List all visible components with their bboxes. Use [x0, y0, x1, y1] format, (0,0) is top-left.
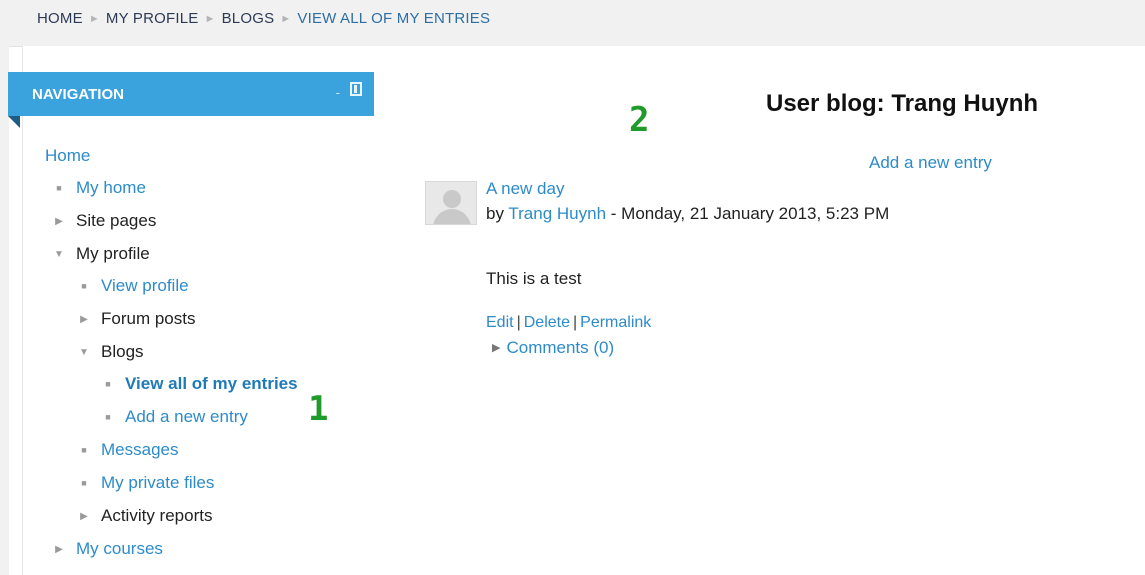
comments-label[interactable]: Comments (0)	[506, 338, 614, 357]
page-title: User blog: Trang Huynh	[766, 90, 1039, 117]
breadcrumb-current[interactable]: VIEW ALL OF MY ENTRIES	[297, 10, 490, 27]
expanded-arrow-icon[interactable]: ▼	[52, 245, 66, 265]
nav-item-add-new-entry[interactable]: ■ Add a new entry	[101, 407, 248, 429]
collapsed-arrow-icon[interactable]: ▶	[52, 212, 66, 232]
avatar-body	[433, 209, 471, 224]
navigation-header-fold	[8, 116, 20, 128]
nav-item-label[interactable]: My home	[76, 178, 146, 197]
entry-actions: Edit | Delete | Permalink	[486, 314, 651, 332]
breadcrumb-blogs[interactable]: BLOGS	[222, 10, 275, 27]
nav-item-label[interactable]: Site pages	[76, 211, 156, 230]
avatar-head	[443, 190, 461, 208]
nav-item-label[interactable]: Blogs	[101, 342, 144, 361]
breadcrumb-separator-icon: ►	[204, 13, 216, 25]
dock-icon[interactable]	[350, 82, 362, 96]
collapsed-arrow-icon[interactable]: ▶	[492, 342, 500, 354]
author-link[interactable]: Trang Huynh	[508, 204, 606, 223]
expanded-arrow-icon[interactable]: ▼	[77, 343, 91, 363]
avatar[interactable]	[425, 181, 477, 225]
byline-prefix: by	[486, 204, 504, 223]
bullet-icon: ■	[56, 183, 62, 193]
nav-item-view-profile[interactable]: ■ View profile	[77, 276, 189, 298]
edit-link[interactable]: Edit	[486, 314, 514, 331]
breadcrumb-my-profile[interactable]: MY PROFILE	[106, 10, 199, 27]
collapsed-arrow-icon[interactable]: ▶	[52, 540, 66, 560]
nav-item-home[interactable]: Home	[45, 146, 90, 166]
nav-item-label[interactable]: My courses	[76, 539, 163, 558]
nav-item-label[interactable]: Add a new entry	[125, 407, 248, 426]
breadcrumb: HOME ► MY PROFILE ► BLOGS ► VIEW ALL OF MY ENT…	[37, 10, 490, 27]
bullet-icon: ■	[81, 478, 87, 488]
action-separator: |	[516, 314, 521, 331]
permalink-link[interactable]: Permalink	[580, 314, 651, 331]
nav-item-site-pages[interactable]: ▶ Site pages	[52, 211, 156, 234]
entry-title-link[interactable]: A new day	[486, 179, 564, 199]
bullet-icon: ■	[81, 445, 87, 455]
nav-item-activity-reports[interactable]: ▶ Activity reports	[77, 506, 212, 529]
entry-byline: by Trang Huynh - Monday, 21 January 2013…	[486, 204, 889, 224]
minimize-icon[interactable]: -	[336, 85, 340, 100]
nav-item-private-files[interactable]: ■ My private files	[77, 473, 214, 495]
nav-item-my-home[interactable]: ■ My home	[52, 178, 146, 200]
bullet-icon: ■	[105, 379, 111, 389]
action-separator: |	[572, 314, 578, 331]
bullet-icon: ■	[105, 412, 111, 422]
breadcrumb-home[interactable]: HOME	[37, 10, 83, 27]
nav-item-label[interactable]: Messages	[101, 440, 178, 459]
nav-item-label[interactable]: View all of my entries	[125, 374, 298, 393]
comments-toggle[interactable]: ▶ Comments (0)	[492, 338, 614, 358]
nav-item-forum-posts[interactable]: ▶ Forum posts	[77, 309, 195, 332]
breadcrumb-separator-icon: ►	[88, 13, 100, 25]
breadcrumb-separator-icon: ►	[280, 13, 292, 25]
entry-body: This is a test	[486, 269, 582, 288]
bullet-icon: ■	[81, 281, 87, 291]
navigation-title: NAVIGATION	[32, 86, 124, 103]
nav-item-label[interactable]: My profile	[76, 244, 150, 263]
nav-item-blogs[interactable]: ▼ Blogs	[77, 342, 144, 365]
add-new-entry-link[interactable]: Add a new entry	[869, 153, 992, 173]
nav-item-messages[interactable]: ■ Messages	[77, 440, 178, 462]
annotation-one: 1	[308, 389, 329, 429]
breadcrumb-bar: HOME ► MY PROFILE ► BLOGS ► VIEW ALL OF MY ENT…	[0, 0, 1145, 47]
nav-item-label[interactable]: Activity reports	[101, 506, 212, 525]
navigation-block-header: NAVIGATION -	[8, 72, 374, 116]
nav-item-my-courses[interactable]: ▶ My courses	[52, 539, 163, 562]
nav-item-my-profile[interactable]: ▼ My profile	[52, 244, 150, 267]
nav-item-label[interactable]: Forum posts	[101, 309, 195, 328]
nav-item-view-all-entries[interactable]: ■ View all of my entries	[101, 374, 298, 396]
collapsed-arrow-icon[interactable]: ▶	[77, 310, 91, 330]
nav-item-label[interactable]: Home	[45, 146, 90, 165]
delete-link[interactable]: Delete	[524, 314, 570, 331]
entry-date: - Monday, 21 January 2013, 5:23 PM	[610, 204, 890, 223]
collapsed-arrow-icon[interactable]: ▶	[77, 507, 91, 527]
annotation-two: 2	[629, 100, 650, 140]
nav-item-label[interactable]: My private files	[101, 473, 214, 492]
nav-item-label[interactable]: View profile	[101, 276, 189, 295]
